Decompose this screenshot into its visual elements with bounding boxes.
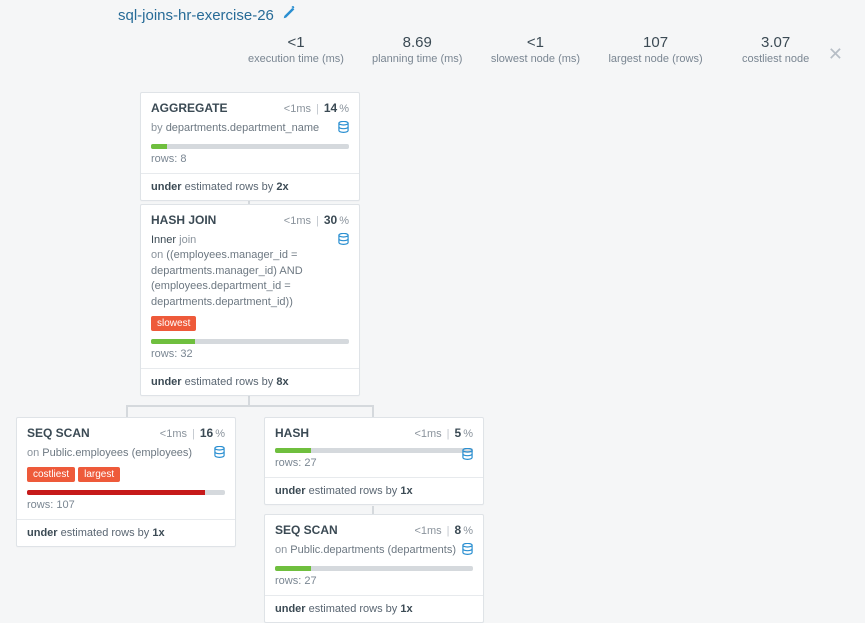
node-detail: on Public.departments (departments) — [275, 543, 473, 558]
connector — [126, 405, 374, 407]
node-time: <1ms — [414, 525, 441, 537]
close-icon[interactable]: ✕ — [828, 44, 843, 65]
pencil-icon[interactable] — [282, 6, 296, 24]
node-aggregate[interactable]: AGGREGATE <1ms | 14% by departments.depa… — [140, 92, 360, 201]
node-rows: rows: 32 — [151, 348, 349, 360]
node-rows: rows: 8 — [151, 153, 349, 165]
node-footer: under estimated rows by 8x — [141, 368, 359, 395]
node-rows: rows: 27 — [275, 575, 473, 587]
node-footer: under estimated rows by 2x — [141, 173, 359, 200]
node-tags: costliestlargest — [27, 467, 225, 482]
database-icon[interactable] — [462, 448, 473, 464]
tag-largest: largest — [78, 467, 120, 482]
node-time: <1ms — [284, 215, 311, 227]
stat-largest: 107 largest node (rows) — [608, 34, 702, 65]
stat-costliest: 3.07 costliest node — [731, 34, 821, 65]
node-bar — [151, 339, 349, 344]
node-hash-join[interactable]: HASH JOIN <1ms | 30% Inner joinon ((empl… — [140, 204, 360, 396]
stat-slowest: <1 slowest node (ms) — [490, 34, 580, 65]
node-pct: 8 — [455, 523, 462, 537]
database-icon[interactable] — [462, 543, 473, 559]
node-pct: 30 — [324, 213, 337, 227]
node-bar — [275, 448, 473, 453]
database-icon[interactable] — [214, 446, 225, 462]
node-footer: under estimated rows by 1x — [17, 519, 235, 546]
stat-exec-time: <1 execution time (ms) — [248, 34, 344, 65]
node-time: <1ms — [160, 428, 187, 440]
node-tags: slowest — [151, 316, 349, 331]
stat-plan-time: 8.69 planning time (ms) — [372, 34, 462, 65]
node-name: HASH JOIN — [151, 213, 284, 227]
node-bar — [275, 566, 473, 571]
node-bar — [27, 490, 225, 495]
node-name: SEQ SCAN — [27, 426, 160, 440]
node-name: AGGREGATE — [151, 101, 284, 115]
node-seq-scan-departments[interactable]: SEQ SCAN <1ms | 8% on Public.departments… — [264, 514, 484, 623]
node-time: <1ms — [414, 428, 441, 440]
node-pct: 14 — [324, 101, 337, 115]
node-time: <1ms — [284, 103, 311, 115]
node-footer: under estimated rows by 1x — [265, 477, 483, 504]
node-name: HASH — [275, 426, 414, 440]
plan-canvas: sql-joins-hr-exercise-26 <1 execution ti… — [0, 0, 865, 603]
plan-title-text: sql-joins-hr-exercise-26 — [118, 7, 274, 24]
node-detail: by departments.department_name — [151, 121, 349, 136]
node-hash[interactable]: HASH <1ms | 5% rows: 27 under estimated … — [264, 417, 484, 505]
node-name: SEQ SCAN — [275, 523, 414, 537]
stats-bar: <1 execution time (ms) 8.69 planning tim… — [248, 34, 821, 65]
node-rows: rows: 27 — [275, 457, 473, 469]
database-icon[interactable] — [338, 121, 349, 137]
node-pct: 16 — [200, 426, 213, 440]
node-seq-scan-employees[interactable]: SEQ SCAN <1ms | 16% on Public.employees … — [16, 417, 236, 547]
node-detail: on Public.employees (employees) — [27, 446, 225, 461]
tag-slowest: slowest — [151, 316, 196, 331]
plan-title: sql-joins-hr-exercise-26 — [118, 6, 296, 24]
tag-costliest: costliest — [27, 467, 75, 482]
database-icon[interactable] — [338, 233, 349, 249]
node-footer: under estimated rows by 1x — [265, 595, 483, 622]
node-detail: Inner joinon ((employees.manager_id = de… — [151, 233, 349, 310]
node-pct: 5 — [455, 426, 462, 440]
node-bar — [151, 144, 349, 149]
node-rows: rows: 107 — [27, 499, 225, 511]
